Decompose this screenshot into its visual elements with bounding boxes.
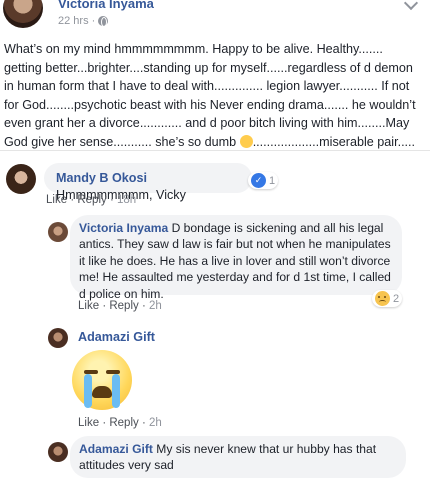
comment-time[interactable]: 18h: [117, 194, 136, 206]
action-dot: ·: [141, 300, 146, 312]
meta-separator: ·: [91, 15, 96, 27]
comment-time[interactable]: 2h: [149, 300, 162, 312]
globe-icon[interactable]: [98, 16, 109, 27]
post-body: What’s on my mind hmmmmmmmm. Happy to be…: [4, 40, 422, 152]
like-link[interactable]: Like: [46, 194, 67, 206]
like-link[interactable]: Like: [78, 300, 99, 312]
action-dot: ·: [102, 417, 107, 429]
comment-actions: Like · Reply · 2h: [78, 417, 162, 429]
commenter-name-wrap: Adamazi Gift: [78, 330, 155, 344]
post-text-part1: What’s on my mind hmmmmmmmm. Happy to be…: [4, 42, 416, 149]
post-text-part2: ...................miserable pair.....: [252, 134, 416, 149]
like-reaction-icon: ✓: [251, 173, 266, 188]
sticker-tear: [84, 374, 92, 408]
like-link[interactable]: Like: [78, 417, 99, 429]
action-dot: ·: [102, 300, 107, 312]
commenter-avatar[interactable]: [48, 442, 68, 462]
commenter-name[interactable]: Adamazi Gift: [79, 442, 153, 456]
author-avatar[interactable]: [3, 0, 43, 28]
crying-face-sticker[interactable]: [72, 350, 132, 410]
comment-actions: Like · Reply · 2h: [78, 300, 162, 312]
commenter-avatar[interactable]: [48, 328, 68, 348]
reply-link[interactable]: Reply: [109, 417, 138, 429]
sticker-eye: [106, 370, 120, 374]
action-dot: ·: [109, 194, 114, 206]
reaction-count: 1: [269, 174, 276, 187]
comment-actions: Like · Reply · 18h: [46, 194, 136, 206]
post-author-name[interactable]: Victoria Inyama: [58, 0, 154, 11]
comment-bubble: Adamazi Gift My sis never knew that ur h…: [70, 436, 406, 478]
chevron-down-icon[interactable]: [403, 0, 419, 11]
commenter-avatar[interactable]: [48, 222, 68, 242]
reaction-badge[interactable]: ✓ 1: [248, 172, 279, 189]
reaction-count: 2: [393, 292, 400, 305]
post-meta: 22 hrs ·: [58, 15, 109, 27]
comment-bubble: Victoria Inyama D bondage is sickening a…: [70, 215, 402, 301]
comment-time[interactable]: 2h: [149, 417, 162, 429]
post-time[interactable]: 22 hrs: [58, 15, 89, 27]
sad-reaction-icon: [375, 291, 390, 306]
reply-link[interactable]: Reply: [109, 300, 138, 312]
action-dot: ·: [141, 417, 146, 429]
comment-bubble: Mandy B Okosi Hmmmmmmmm, Vicky: [44, 163, 252, 202]
commenter-name[interactable]: Adamazi Gift: [78, 330, 155, 344]
reply-link[interactable]: Reply: [77, 194, 106, 206]
sticker-tear: [112, 374, 120, 408]
commenter-name[interactable]: Victoria Inyama: [79, 221, 168, 235]
commenter-avatar[interactable]: [6, 164, 36, 194]
action-dot: ·: [70, 194, 75, 206]
reaction-badge[interactable]: 2: [372, 290, 403, 307]
post-header: Victoria Inyama 22 hrs ·: [0, 0, 430, 38]
divider: [0, 150, 430, 151]
commenter-name[interactable]: Mandy B Okosi: [56, 171, 147, 185]
thinking-face-icon: [239, 134, 253, 148]
sticker-mouth: [92, 386, 112, 398]
